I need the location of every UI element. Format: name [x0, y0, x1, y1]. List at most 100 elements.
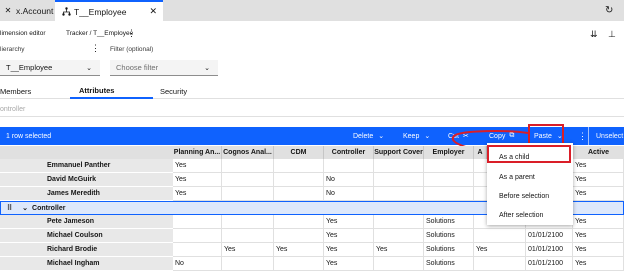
table-cell[interactable]: Yes — [573, 243, 624, 257]
as-child-highlight — [487, 145, 571, 163]
table-cell[interactable]: Yes — [324, 257, 374, 271]
table-cell[interactable] — [222, 257, 274, 271]
column-header[interactable]: Cognos Anal... — [222, 146, 274, 159]
tab-account-label: x.Account — [16, 5, 54, 16]
table-cell[interactable] — [274, 215, 324, 229]
table-cell[interactable] — [222, 215, 274, 229]
table-cell[interactable] — [173, 229, 222, 243]
table-cell[interactable] — [374, 173, 424, 187]
table-cell[interactable] — [474, 257, 526, 271]
table-cell[interactable] — [374, 257, 424, 271]
table-cell[interactable]: Yes — [573, 187, 624, 201]
table-cell[interactable] — [222, 229, 274, 243]
table-cell[interactable]: 01/01/2100 — [526, 243, 573, 257]
table-cell[interactable]: Yes — [374, 243, 424, 257]
table-cell[interactable]: Yes — [474, 243, 526, 257]
delete-button[interactable]: Delete ⌄ — [353, 127, 384, 145]
tab-account[interactable]: ✕ x.Account — [0, 0, 55, 21]
table-cell[interactable] — [424, 173, 474, 187]
row-header[interactable]: David McGuirk — [0, 173, 173, 187]
table-cell[interactable] — [274, 187, 324, 201]
tab-employee[interactable]: T__Employee ✕ — [55, 0, 163, 21]
row-header[interactable]: Pete Jameson — [0, 215, 173, 229]
table-cell[interactable] — [374, 215, 424, 229]
table-cell[interactable]: Yes — [573, 257, 624, 271]
tab-security[interactable]: Security — [153, 84, 624, 99]
table-cell[interactable] — [324, 159, 374, 173]
table-cell[interactable]: Yes — [324, 215, 374, 229]
table-cell[interactable] — [222, 173, 274, 187]
table-cell[interactable]: Yes — [173, 159, 222, 173]
table-cell[interactable] — [274, 229, 324, 243]
hierarchy-select[interactable]: T__Employee ⌄ — [0, 60, 100, 76]
chevron-down-icon[interactable]: ⌄ — [22, 204, 28, 212]
table-cell[interactable]: Yes — [222, 243, 274, 257]
table-cell[interactable] — [424, 187, 474, 201]
table-cell[interactable]: Yes — [573, 159, 624, 173]
row-header[interactable]: Michael Ingham — [0, 257, 173, 271]
table-cell[interactable]: Yes — [573, 173, 624, 187]
table-cell[interactable] — [424, 159, 474, 173]
row-header[interactable]: James Meredith — [0, 187, 173, 201]
search-value: ontroller — [0, 106, 26, 113]
table-cell[interactable]: No — [173, 257, 222, 271]
chevron-down-icon: ⌄ — [204, 64, 210, 72]
chevron-down-icon: ⌄ — [86, 64, 92, 72]
row-header[interactable]: Richard Brodie — [0, 243, 173, 257]
column-header[interactable]: Support Cover — [374, 146, 424, 159]
hierarchy-tree-icon[interactable]: ⊥ — [608, 29, 616, 40]
menu-item-after-selection[interactable]: After selection — [487, 205, 573, 225]
overflow-menu-icon[interactable]: ⋮ — [578, 127, 587, 145]
table-cell[interactable] — [222, 159, 274, 173]
menu-item-before-selection[interactable]: Before selection — [487, 186, 573, 206]
column-header[interactable]: Employer — [424, 146, 474, 159]
download-icon[interactable]: ⇊ — [590, 29, 598, 40]
table-cell[interactable]: Yes — [173, 187, 222, 201]
table-cell[interactable]: No — [324, 173, 374, 187]
table-cell[interactable] — [173, 243, 222, 257]
keep-button[interactable]: Keep ⌄ — [403, 127, 430, 145]
row-header[interactable]: Michael Coulson — [0, 229, 173, 243]
table-cell[interactable]: Yes — [274, 243, 324, 257]
table-cell[interactable]: Yes — [573, 215, 624, 229]
overflow-menu-icon[interactable]: ⋮ — [91, 43, 100, 54]
overflow-menu-icon[interactable]: ⋮ — [127, 28, 136, 39]
refresh-icon[interactable]: ↻ — [605, 5, 613, 16]
toolbar-divider — [588, 127, 589, 145]
table-cell[interactable]: Yes — [173, 173, 222, 187]
filter-select[interactable]: Choose filter ⌄ — [110, 60, 218, 76]
table-cell[interactable] — [274, 257, 324, 271]
table-cell[interactable] — [374, 229, 424, 243]
table-cell[interactable] — [274, 173, 324, 187]
table-cell[interactable] — [222, 187, 274, 201]
column-header[interactable]: CDM — [274, 146, 324, 159]
unselect-button[interactable]: Unselect — [596, 127, 623, 145]
table-cell[interactable]: Yes — [573, 229, 624, 243]
search-input[interactable]: ontroller — [0, 103, 624, 117]
table-cell[interactable] — [374, 187, 424, 201]
table-cell[interactable] — [173, 215, 222, 229]
menu-item-as-parent[interactable]: As a parent — [487, 167, 573, 187]
close-icon[interactable]: ✕ — [3, 6, 13, 16]
table-cell[interactable]: No — [324, 187, 374, 201]
table-cell[interactable] — [474, 229, 526, 243]
table-cell[interactable]: Yes — [324, 229, 374, 243]
table-cell[interactable]: Solutions — [424, 229, 474, 243]
column-header[interactable]: Planning An... — [173, 146, 222, 159]
close-icon[interactable]: ✕ — [149, 6, 157, 17]
drag-handle-icon[interactable]: ⠿ — [7, 204, 12, 212]
column-header[interactable]: Active — [573, 146, 624, 159]
table-cell[interactable]: 01/01/2100 — [526, 257, 573, 271]
table-cell[interactable]: Solutions — [424, 215, 474, 229]
table-cell[interactable]: Yes — [324, 243, 374, 257]
table-cell[interactable] — [374, 159, 424, 173]
tab-members[interactable]: Members — [0, 84, 70, 99]
tab-attributes[interactable]: Attributes — [70, 84, 153, 99]
column-header[interactable]: A — [474, 146, 487, 159]
table-cell[interactable]: Solutions — [424, 257, 474, 271]
table-cell[interactable] — [274, 159, 324, 173]
table-cell[interactable]: 01/01/2100 — [526, 229, 573, 243]
column-header[interactable]: Controller — [324, 146, 374, 159]
table-cell[interactable]: Solutions — [424, 243, 474, 257]
row-header[interactable]: Emmanuel Panther — [0, 159, 173, 173]
